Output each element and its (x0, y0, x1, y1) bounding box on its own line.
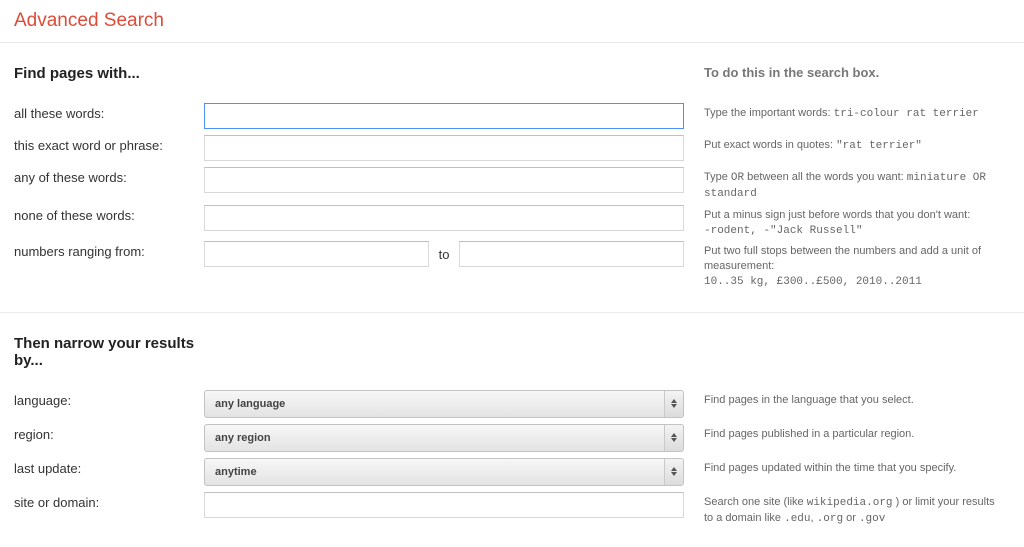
page-title: Advanced Search (14, 8, 1010, 42)
numbers-range-wrap: to (204, 241, 684, 267)
any-words-input[interactable] (204, 167, 684, 193)
hint-none-words: Put a minus sign just before words that … (704, 202, 1004, 239)
divider (0, 312, 1024, 313)
label-exact-phrase: this exact word or phrase: (14, 132, 204, 159)
hint-heading: To do this in the search box. (704, 65, 1004, 80)
exact-phrase-input[interactable] (204, 135, 684, 161)
range-to-input[interactable] (459, 241, 684, 267)
language-select-value: any language (215, 398, 285, 410)
last-update-select[interactable]: anytime (204, 458, 684, 486)
stepper-arrows-icon (664, 425, 683, 451)
stepper-arrows-icon (664, 391, 683, 417)
all-words-input[interactable] (204, 103, 684, 129)
hint-exact-phrase: Put exact words in quotes: "rat terrier" (704, 132, 1004, 154)
region-select[interactable]: any region (204, 424, 684, 452)
stepper-arrows-icon (664, 459, 683, 485)
hint-all-words: Type the important words: tri-colour rat… (704, 100, 1004, 122)
label-region: region: (14, 421, 204, 448)
range-to-label: to (439, 247, 450, 262)
label-any-words: any of these words: (14, 164, 204, 191)
section-heading-find: Find pages with... (14, 65, 204, 82)
range-from-input[interactable] (204, 241, 429, 267)
label-all-words: all these words: (14, 100, 204, 127)
language-select[interactable]: any language (204, 390, 684, 418)
advanced-search-page: Advanced Search Find pages with... To do… (0, 0, 1024, 547)
none-words-input[interactable] (204, 205, 684, 231)
hint-any-words: Type OR between all the words you want: … (704, 164, 1004, 202)
section-heading-narrow: Then narrow your results by... (14, 335, 204, 369)
hint-site-domain: Search one site (like wikipedia.org ) or… (704, 489, 1004, 527)
site-domain-input[interactable] (204, 492, 684, 518)
label-none-words: none of these words: (14, 202, 204, 229)
narrow-results-section: Then narrow your results by... language:… (14, 335, 1010, 527)
label-last-update: last update: (14, 455, 204, 482)
last-update-select-value: anytime (215, 466, 257, 478)
divider (0, 42, 1024, 43)
label-language: language: (14, 387, 204, 414)
hint-language: Find pages in the language that you sele… (704, 387, 1004, 408)
label-site-domain: site or domain: (14, 489, 204, 516)
hint-last-update: Find pages updated within the time that … (704, 455, 1004, 476)
find-pages-with-section: Find pages with... To do this in the sea… (14, 65, 1010, 290)
label-numbers-range: numbers ranging from: (14, 238, 204, 265)
hint-region: Find pages published in a particular reg… (704, 421, 1004, 442)
hint-numbers-range: Put two full stops between the numbers a… (704, 238, 1004, 290)
region-select-value: any region (215, 432, 271, 444)
